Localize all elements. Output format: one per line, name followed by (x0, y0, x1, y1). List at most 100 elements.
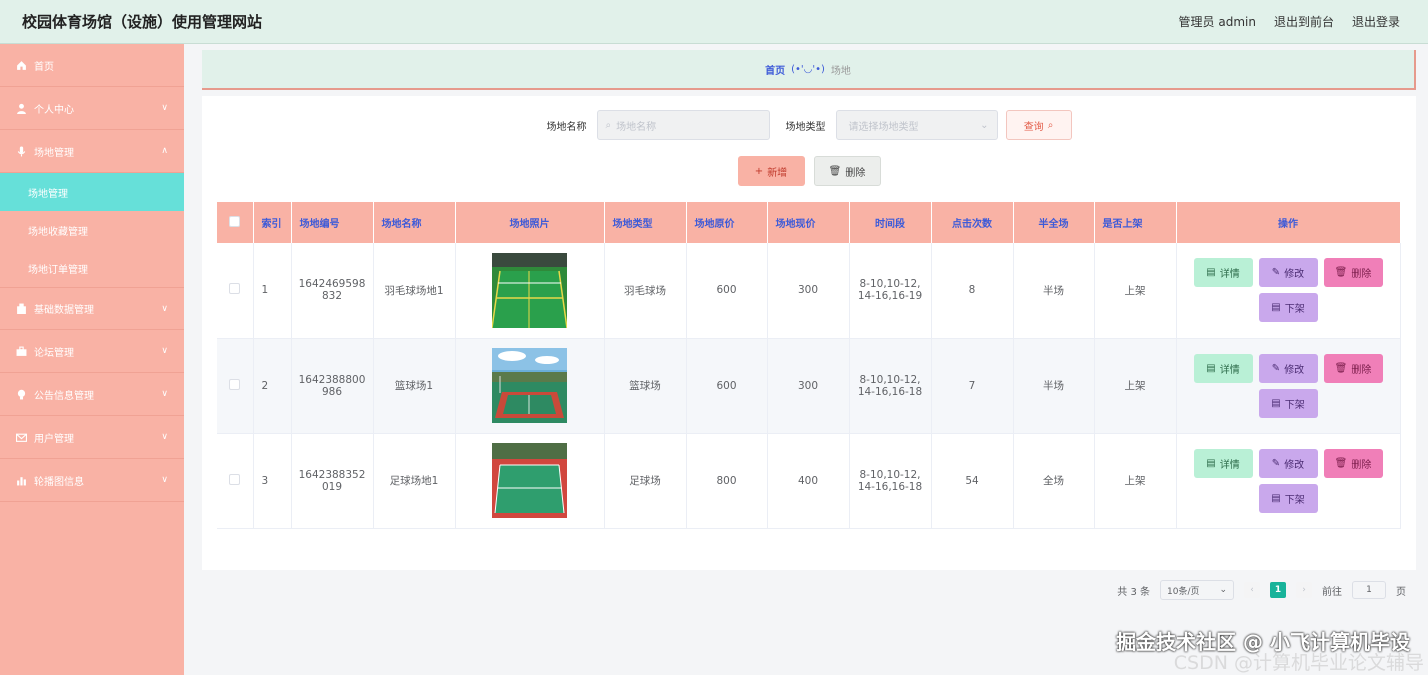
sidebar-item-notice[interactable]: 公告信息管理 ∨ (0, 373, 184, 416)
page-size-select[interactable]: 10条/页 ⌄ (1160, 580, 1234, 600)
edit-button[interactable]: ✎ 修改 (1258, 353, 1318, 383)
table-row: 1 1642469598832 羽毛球场地1 羽毛球场 600 300 8-10… (217, 243, 1401, 339)
sidebar-item-label: 轮播图信息 (34, 476, 84, 488)
delete-label: 删除 (845, 167, 866, 179)
edit-label: 修改 (1284, 269, 1305, 281)
search-icon: ⌕ (1047, 119, 1054, 131)
row-checkbox[interactable] (229, 378, 241, 390)
sidebar-sub-venue-order[interactable]: 场地订单管理 (0, 249, 184, 287)
sidebar-item-users[interactable]: 用户管理 ∨ (0, 416, 184, 459)
chevron-down-icon: ⌄ (1219, 585, 1227, 595)
header-price[interactable]: 场地现价 (767, 202, 850, 243)
goto-page-input[interactable]: 1 (1352, 581, 1386, 599)
row-checkbox[interactable] (229, 283, 241, 295)
badminton-court-photo[interactable] (492, 252, 567, 328)
breadcrumb-emoji: (•'◡'•) (791, 63, 825, 75)
sidebar-item-basic-data[interactable]: 基础数据管理 ∨ (0, 287, 184, 330)
sidebar-item-label: 公告信息管理 (34, 390, 94, 402)
sidebar-sub-venue-fav[interactable]: 场地收藏管理 (0, 211, 184, 249)
current-page[interactable]: 1 (1270, 582, 1286, 598)
header-type[interactable]: 场地类型 (604, 202, 687, 243)
edit-button[interactable]: ✎ 修改 (1258, 258, 1318, 288)
cell-time: 8-10,10-12,14-16,16-18 (849, 433, 932, 529)
off-shelf-button[interactable]: ▤ 下架 (1258, 388, 1318, 418)
detail-button[interactable]: ▤ 详情 (1193, 448, 1253, 478)
sidebar-item-forum[interactable]: 论坛管理 ∨ (0, 330, 184, 373)
off-shelf-button[interactable]: ▤ 下架 (1258, 483, 1318, 513)
prev-page-button[interactable]: ‹ (1244, 582, 1260, 598)
basketball-court-photo[interactable] (492, 348, 567, 423)
trash-icon: 🗑 (1334, 267, 1348, 279)
header-photo[interactable]: 场地照片 (455, 202, 605, 243)
breadcrumb-home[interactable]: 首页 (765, 62, 785, 77)
sidebar-item-label: 用户管理 (34, 433, 74, 445)
football-court-photo[interactable] (492, 443, 567, 518)
header-clicks[interactable]: 点击次数 (931, 202, 1014, 243)
chevron-down-icon: ⌄ (980, 119, 989, 131)
cell-time: 8-10,10-12,14-16,16-19 (849, 243, 932, 339)
query-button[interactable]: 查询 ⌕ (1005, 110, 1072, 140)
header-shelf[interactable]: 是否上架 (1094, 202, 1177, 243)
name-search-input[interactable]: ⌕ 场地名称 (596, 110, 770, 140)
sidebar-sub-venue-manage[interactable]: 场地管理 (0, 173, 184, 211)
header-code[interactable]: 场地编号 (291, 202, 374, 243)
sidebar-item-venue[interactable]: 场地管理 ∧ (0, 130, 184, 173)
header-half[interactable]: 半全场 (1013, 202, 1095, 243)
chevron-down-icon: ∨ (161, 103, 168, 113)
add-button[interactable]: + 新增 (737, 156, 805, 186)
remove-button[interactable]: 🗑 删除 (1323, 448, 1383, 478)
chevron-left-icon: ‹ (1250, 585, 1254, 595)
header-time[interactable]: 时间段 (849, 202, 932, 243)
off-shelf-button[interactable]: ▤ 下架 (1258, 293, 1318, 323)
detail-button[interactable]: ▤ 详情 (1193, 353, 1253, 383)
cell-name: 篮球场1 (373, 338, 456, 434)
select-all-checkbox[interactable] (229, 215, 241, 227)
cell-orig-price: 600 (686, 243, 768, 339)
bulb-icon (16, 389, 27, 400)
site-title: 校园体育场馆（设施）使用管理网站 (22, 13, 263, 31)
logout-link[interactable]: 退出登录 (1352, 13, 1400, 30)
header-name[interactable]: 场地名称 (373, 202, 456, 243)
detail-button[interactable]: ▤ 详情 (1193, 258, 1253, 288)
total-count: 共 3 条 (1117, 586, 1150, 598)
next-page-button[interactable]: › (1296, 582, 1312, 598)
cell-price: 300 (767, 243, 850, 339)
building-icon (16, 303, 27, 314)
admin-link[interactable]: 管理员 admin (1179, 13, 1256, 30)
cell-half: 半场 (1013, 338, 1095, 434)
row-checkbox[interactable] (229, 473, 241, 485)
sidebar-item-label: 基础数据管理 (34, 305, 94, 316)
remove-label: 删除 (1351, 364, 1372, 376)
chevron-right-icon: › (1302, 585, 1306, 595)
trash-icon: 🗑 (828, 165, 842, 177)
remove-button[interactable]: 🗑 删除 (1323, 258, 1383, 288)
venue-table: 索引 场地编号 场地名称 场地照片 场地类型 场地原价 场地现价 时间段 点击次… (217, 202, 1401, 529)
cell-half: 半场 (1013, 243, 1095, 339)
page-size-value: 10条/页 (1167, 586, 1200, 597)
select-all-header[interactable] (217, 202, 254, 243)
cell-name: 羽毛球场地1 (373, 243, 456, 339)
row-ops: ▤ 详情 ✎ 修改 🗑 删除 ▤ 下架 (1193, 258, 1383, 323)
mail-icon (16, 432, 27, 443)
sidebar-item-label: 首页 (34, 61, 54, 73)
plus-icon: + (754, 165, 764, 177)
briefcase-icon (16, 346, 27, 357)
type-select[interactable]: 请选择场地类型 ⌄ (835, 110, 998, 140)
doc-icon: ▤ (1206, 267, 1216, 279)
sidebar-item-profile[interactable]: 个人中心 ∨ (0, 87, 184, 130)
sidebar-item-home[interactable]: 首页 (0, 44, 184, 87)
header-index[interactable]: 索引 (253, 202, 292, 243)
remove-label: 删除 (1351, 459, 1372, 471)
cell-type: 足球场 (604, 433, 687, 529)
edit-label: 修改 (1284, 364, 1305, 376)
sidebar-item-carousel[interactable]: 轮播图信息 ∨ (0, 459, 184, 502)
cell-clicks: 7 (931, 338, 1014, 434)
header-orig-price[interactable]: 场地原价 (686, 202, 768, 243)
cell-orig-price: 800 (686, 433, 768, 529)
remove-button[interactable]: 🗑 删除 (1323, 353, 1383, 383)
detail-label: 详情 (1219, 459, 1240, 471)
delete-button[interactable]: 🗑 删除 (813, 156, 881, 186)
edit-button[interactable]: ✎ 修改 (1258, 448, 1318, 478)
table-header-row: 索引 场地编号 场地名称 场地照片 场地类型 场地原价 场地现价 时间段 点击次… (217, 202, 1401, 243)
back-to-front-link[interactable]: 退出到前台 (1274, 13, 1334, 30)
